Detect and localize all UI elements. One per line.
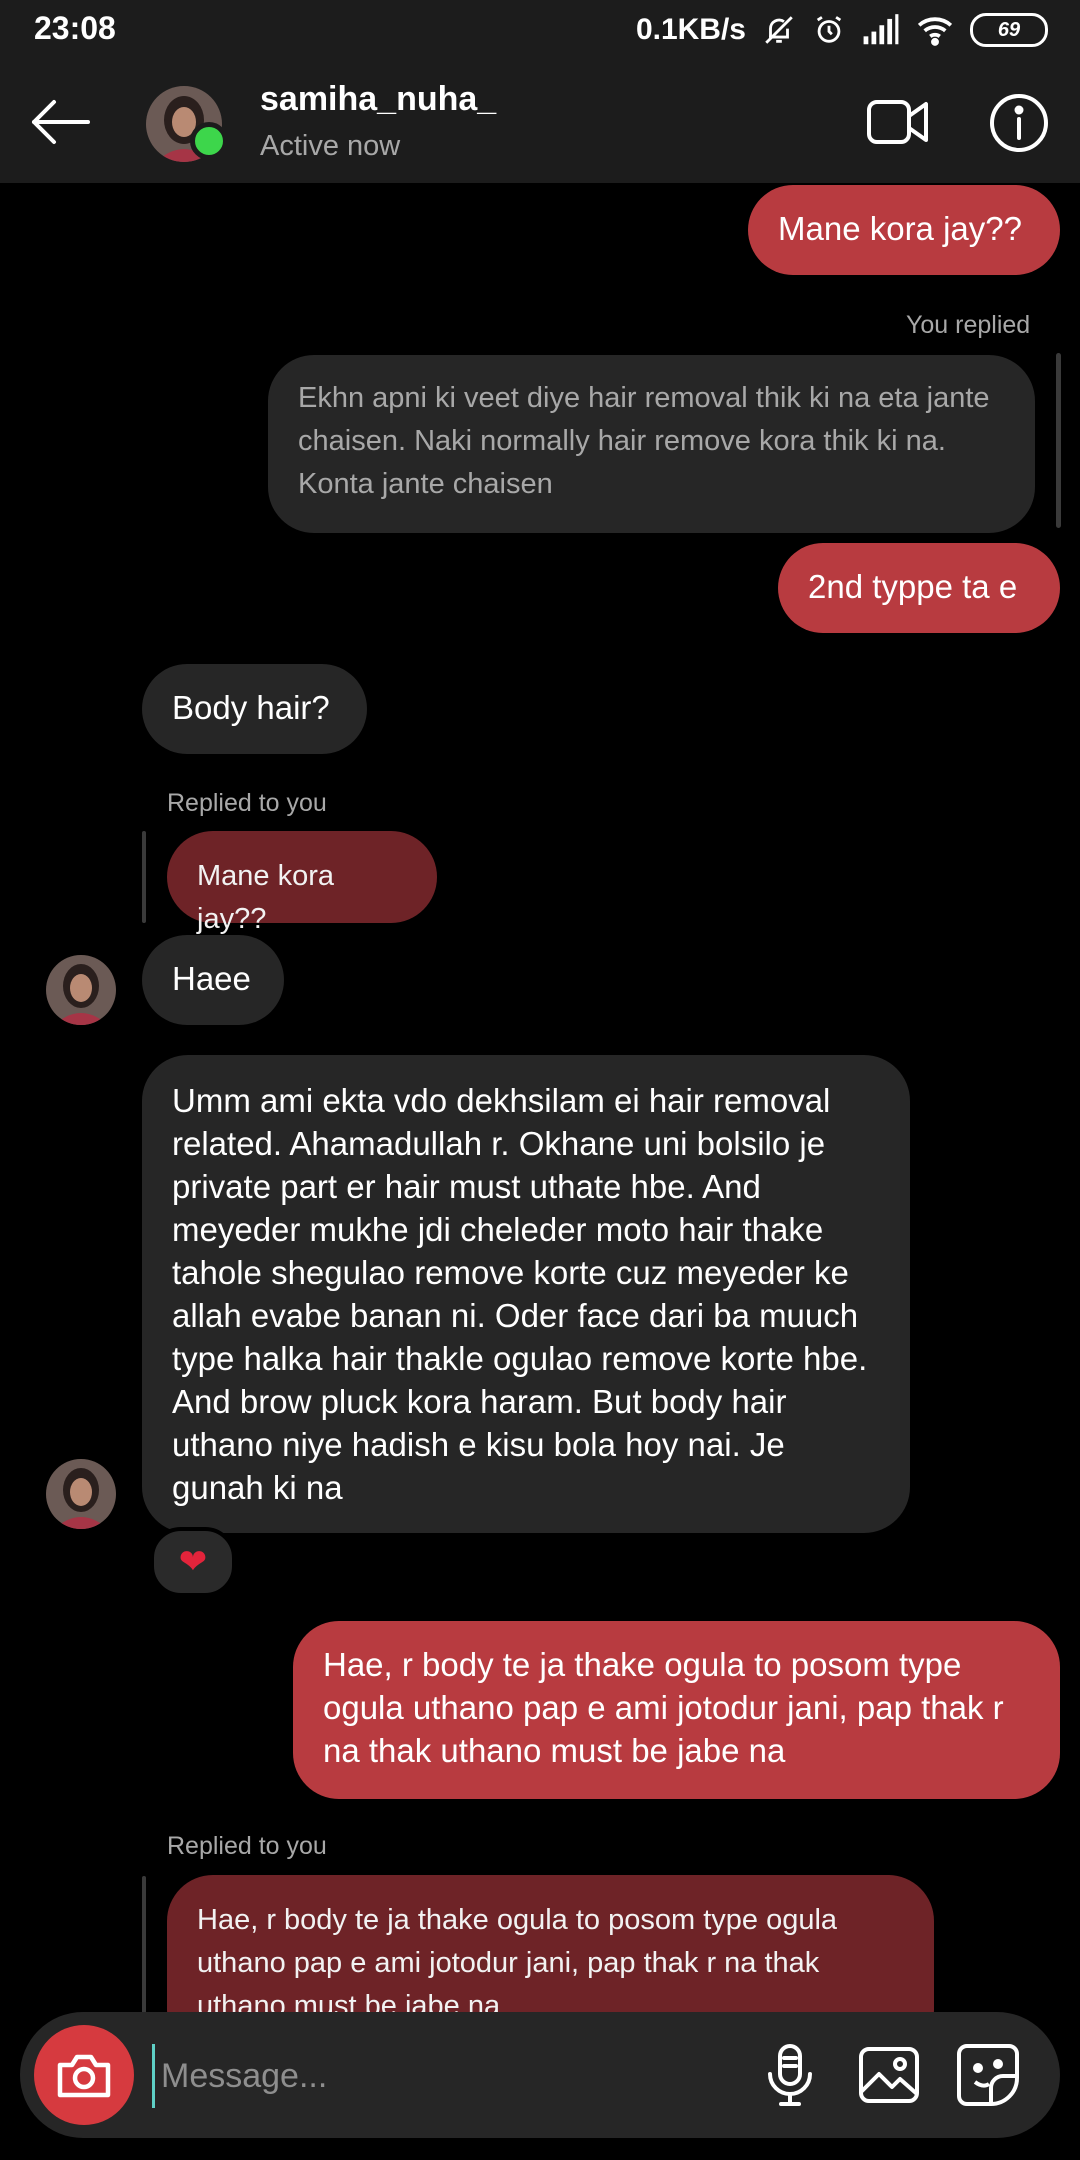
message-thread[interactable]: Mane kora jay?? You replied Ekhn apni ki… [0,183,1080,2013]
sender-avatar[interactable] [46,955,116,1025]
profile-avatar[interactable] [146,86,228,162]
message-text: 2nd typpe ta e [808,568,1018,605]
reply-line [142,1876,146,2013]
status-icons: 0.1KB/s 69 [636,8,1048,52]
reply-caption: Replied to you [167,1832,327,1860]
status-bar: 23:08 0.1KB/s 69 [0,0,1080,62]
dm-screen: 23:08 0.1KB/s 69 samiha_nuha_ Active now [0,0,1080,2160]
reply-caption: You replied [906,311,1031,339]
active-status: Active now [260,130,401,162]
battery-level: 69 [997,18,1021,41]
message-text: Body hair? [172,689,330,726]
wifi-icon [917,17,953,46]
quoted-text: Hae, r body te ja thake ogula to posom t… [197,1904,838,2013]
heart-reaction[interactable]: ❤ [150,1527,236,1597]
alarm-icon [816,16,842,43]
quoted-text: Ekhn apni ki veet diye hair removal thik… [298,382,990,500]
message-input[interactable] [152,2044,723,2108]
sender-avatar[interactable] [46,1459,116,1529]
message-bubble-outgoing[interactable]: 2nd typpe ta e [778,543,1060,633]
scrollbar[interactable] [1056,353,1061,528]
info-icon[interactable] [988,92,1050,154]
reply-caption: Replied to you [167,789,327,817]
reply-quote[interactable]: Mane kora jay?? [167,831,437,935]
sticker-icon[interactable] [953,2040,1023,2110]
message-bubble-incoming[interactable]: Body hair? [142,664,367,754]
message-text: Hae, r body te ja thake ogula to posom t… [323,1646,1004,1769]
gallery-icon[interactable] [854,2040,924,2110]
top-bar: 23:08 0.1KB/s 69 samiha_nuha_ Active now [0,0,1080,183]
quoted-text: Mane kora jay?? [197,860,335,935]
network-speed: 0.1KB/s [635,13,746,46]
signal-icon [863,14,899,45]
message-text: Haee [172,960,251,997]
microphone-icon[interactable] [755,2040,825,2110]
message-text: Umm ami ekta vdo dekhsilam ei hair remov… [172,1082,868,1506]
camera-button[interactable] [34,2025,134,2125]
video-call-icon[interactable] [866,92,930,152]
reply-line [142,831,146,923]
heart-icon: ❤ [178,1543,208,1581]
message-bubble-incoming[interactable]: Umm ami ekta vdo dekhsilam ei hair remov… [142,1055,910,1533]
message-composer [20,2012,1060,2138]
reply-quote[interactable]: Hae, r body te ja thake ogula to posom t… [167,1875,934,2013]
message-bubble-outgoing[interactable]: Mane kora jay?? [748,185,1060,275]
back-arrow-icon[interactable] [28,90,92,154]
status-time: 23:08 [34,10,116,46]
battery-icon: 69 [970,13,1048,47]
online-indicator [190,122,228,160]
bell-off-icon [765,16,793,44]
message-bubble-incoming[interactable]: Haee [142,935,284,1025]
chat-header: samiha_nuha_ Active now [0,62,1080,183]
camera-icon [57,2054,111,2098]
message-text: Mane kora jay?? [778,210,1022,247]
contact-username[interactable]: samiha_nuha_ [260,80,496,119]
reply-quote[interactable]: Ekhn apni ki veet diye hair removal thik… [268,355,1035,533]
message-bubble-outgoing[interactable]: Hae, r body te ja thake ogula to posom t… [293,1621,1060,1799]
